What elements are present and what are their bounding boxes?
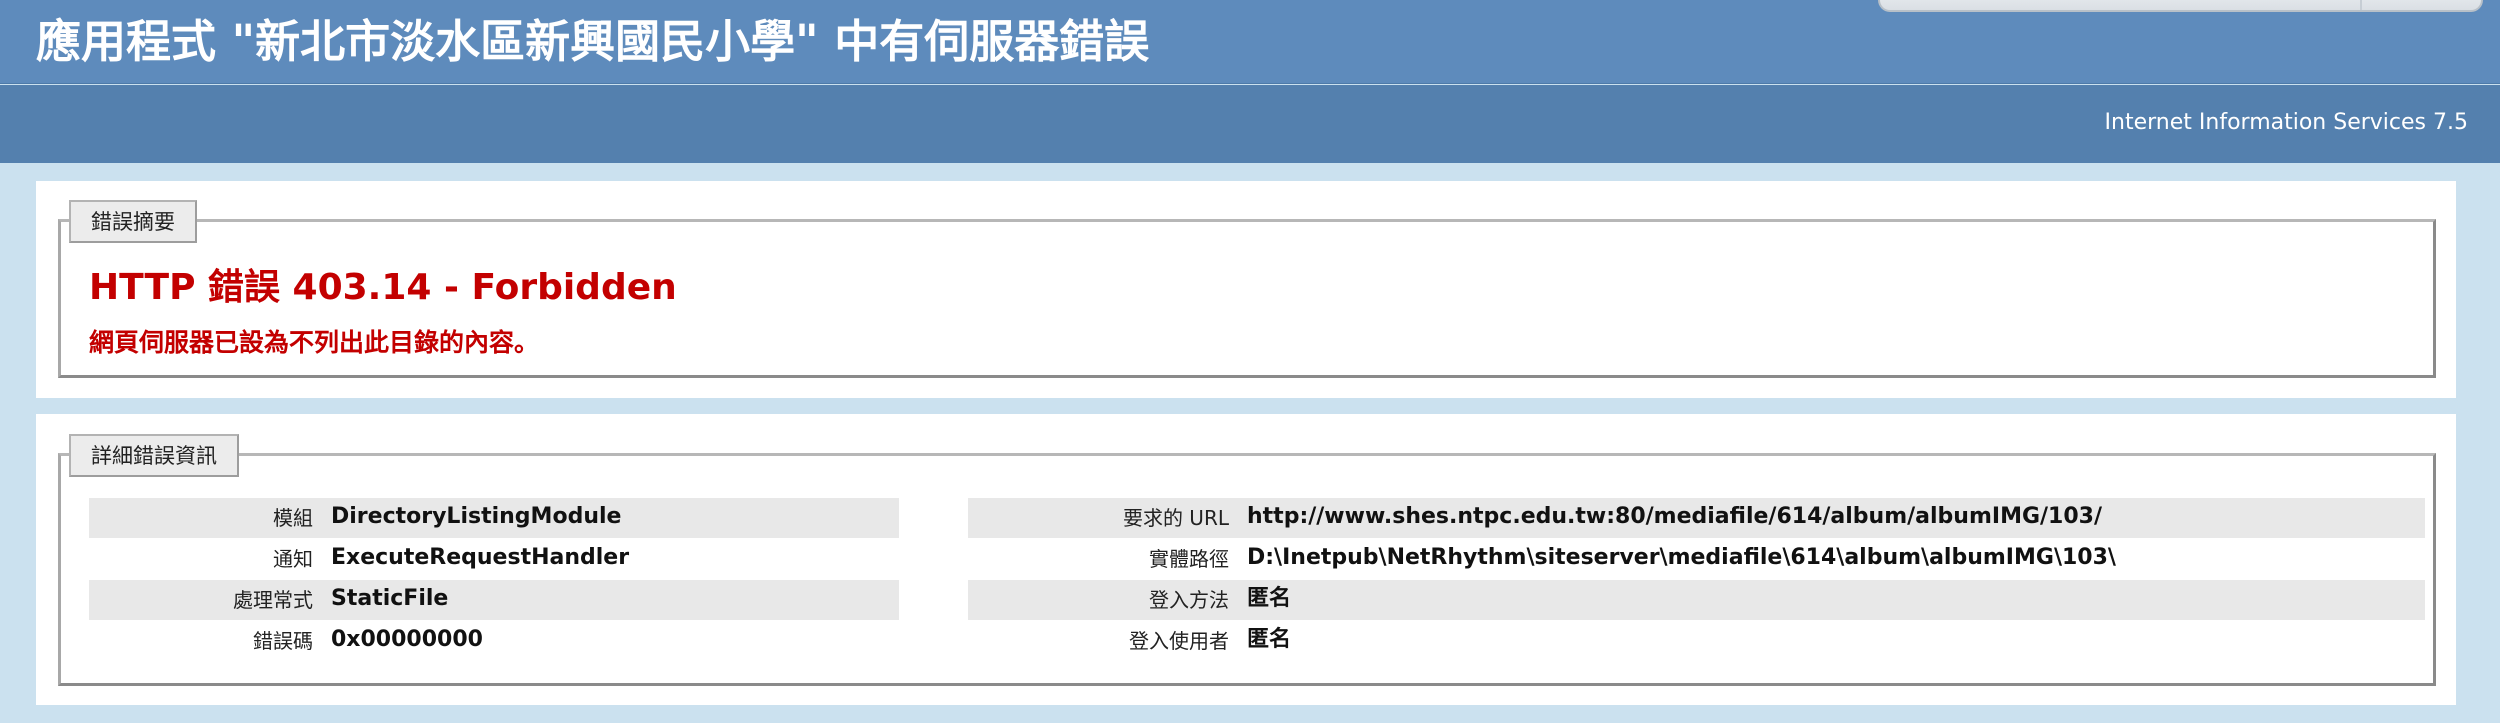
detail-value: StaticFile xyxy=(331,586,449,611)
detail-label: 錯誤碼 xyxy=(253,629,313,653)
detail-value: ExecuteRequestHandler xyxy=(331,545,630,570)
detail-label: 要求的 URL xyxy=(1122,506,1229,530)
detail-value: 匿名 xyxy=(1247,586,1292,611)
error-summary-panel: 錯誤摘要 HTTP 錯誤 403.14 - Forbidden 網頁伺服器已設為… xyxy=(36,181,2456,398)
page-header: 應用程式 "新北市淡水區新興國民小學" 中有伺服器錯誤 xyxy=(0,0,2500,84)
iis-error-page: 應用程式 "新北市淡水區新興國民小學" 中有伺服器錯誤 Internet Inf… xyxy=(0,0,2500,723)
browser-address-bar[interactable] xyxy=(1878,0,2483,12)
error-detail-legend: 詳細錯誤資訊 xyxy=(69,434,239,477)
detail-row-logon-method: 登入方法 匿名 xyxy=(968,580,2425,620)
error-message: 網頁伺服器已設為不列出此目錄的內容。 xyxy=(89,328,540,357)
error-detail-fieldset: 詳細錯誤資訊 模組 DirectoryListingModule 通知 Exec… xyxy=(58,434,2436,686)
detail-row-module: 模組 DirectoryListingModule xyxy=(89,498,899,538)
detail-row-physical-path: 實體路徑 D:\Inetpub\NetRhythm\siteserver\med… xyxy=(968,539,2425,579)
detail-value: DirectoryListingModule xyxy=(331,504,622,529)
error-summary-fieldset: 錯誤摘要 HTTP 錯誤 403.14 - Forbidden 網頁伺服器已設為… xyxy=(58,200,2436,378)
detail-row-handler: 處理常式 StaticFile xyxy=(89,580,899,620)
address-bar-divider xyxy=(2360,0,2362,10)
right-detail-table: 要求的 URL http://www.shes.ntpc.edu.tw:80/m… xyxy=(968,498,2425,662)
detail-value: 0x00000000 xyxy=(331,627,483,652)
detail-row-notification: 通知 ExecuteRequestHandler xyxy=(89,539,899,579)
detail-label: 處理常式 xyxy=(233,588,313,612)
detail-label: 實體路徑 xyxy=(1149,547,1229,571)
detail-row-error-code: 錯誤碼 0x00000000 xyxy=(89,621,899,661)
detail-value: D:\Inetpub\NetRhythm\siteserver\mediafil… xyxy=(1247,545,2116,570)
error-detail-panel: 詳細錯誤資訊 模組 DirectoryListingModule 通知 Exec… xyxy=(36,414,2456,705)
page-title: 應用程式 "新北市淡水區新興國民小學" 中有伺服器錯誤 xyxy=(36,15,1150,68)
error-title: HTTP 錯誤 403.14 - Forbidden xyxy=(89,267,677,308)
detail-label: 通知 xyxy=(273,547,313,571)
server-version: Internet Information Services 7.5 xyxy=(2104,110,2468,135)
detail-label: 模組 xyxy=(273,506,313,530)
left-detail-table: 模組 DirectoryListingModule 通知 ExecuteRequ… xyxy=(89,498,899,662)
server-info-bar: Internet Information Services 7.5 xyxy=(0,85,2500,163)
detail-label: 登入方法 xyxy=(1149,588,1229,612)
detail-value: http://www.shes.ntpc.edu.tw:80/mediafile… xyxy=(1247,504,2103,529)
detail-row-logon-user: 登入使用者 匿名 xyxy=(968,621,2425,661)
detail-row-requested-url: 要求的 URL http://www.shes.ntpc.edu.tw:80/m… xyxy=(968,498,2425,538)
detail-label: 登入使用者 xyxy=(1129,629,1229,653)
error-summary-legend: 錯誤摘要 xyxy=(69,200,197,243)
detail-value: 匿名 xyxy=(1247,627,1292,652)
